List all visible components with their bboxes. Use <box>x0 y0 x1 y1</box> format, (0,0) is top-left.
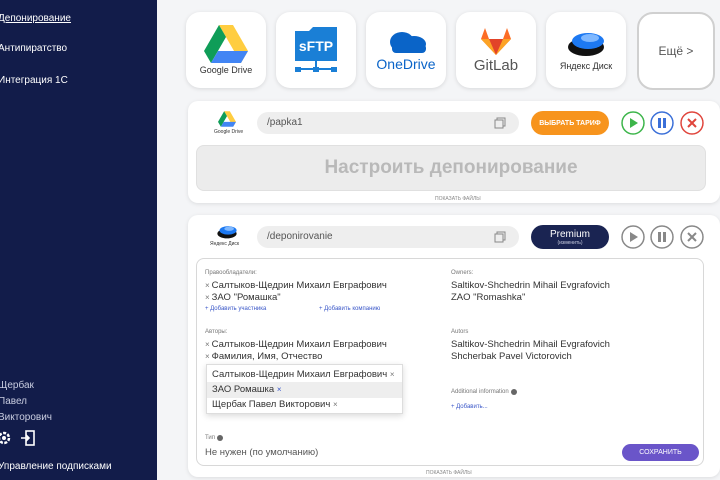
svg-text:sFTP: sFTP <box>299 38 333 54</box>
info-icon <box>217 435 224 441</box>
rights-holders-label: Правообладатели: <box>205 270 257 276</box>
dropdown-option[interactable]: Салтыков-Щедрин Михаил Евграфович × <box>212 369 397 380</box>
logout-icon[interactable] <box>20 430 36 446</box>
sftp-icon: sFTP <box>295 27 337 72</box>
gitlab-icon <box>481 27 511 55</box>
autor-item: Saltikov-Shchedrin Mihail Evgrafovich <box>451 339 610 350</box>
copy-icon[interactable] <box>494 231 506 243</box>
choose-tariff-button[interactable]: ВЫБРАТЬ ТАРИФ <box>531 111 609 135</box>
info-icon <box>510 389 517 395</box>
service-tile-gitlab[interactable]: GitLab <box>456 12 536 88</box>
remove-icon[interactable]: × <box>205 340 210 349</box>
path-input[interactable]: /deponirovanie <box>257 226 519 248</box>
add-company-link[interactable]: + Добавить компанию <box>319 306 380 312</box>
remove-icon[interactable]: × <box>205 293 210 302</box>
sidebar-item-integration[interactable]: Интеграция 1С <box>0 75 68 86</box>
authors-label: Авторы: <box>205 329 228 335</box>
copy-icon[interactable] <box>494 117 506 129</box>
owner-item: ZAO "Romashka" <box>451 292 526 303</box>
service-tile-onedrive[interactable]: OneDrive <box>366 12 446 88</box>
path-input[interactable]: /papka1 <box>257 112 519 134</box>
autors-label: Autors <box>451 329 469 335</box>
service-tile-google-drive[interactable]: Google Drive <box>186 12 266 88</box>
card-logo-label: Google Drive <box>214 129 244 135</box>
add-more-link[interactable]: + Добавить... <box>451 404 488 410</box>
play-button[interactable] <box>621 225 645 249</box>
author-item: × Фамилия, Имя, Отчество <box>205 351 323 362</box>
autor-item: Shcherbak Pavel Victorovich <box>451 351 572 362</box>
card-logo-label: Яндекс Диск <box>210 241 240 247</box>
stop-button[interactable] <box>680 111 704 135</box>
sidebar-item-antipiracy[interactable]: Антипиратство <box>0 43 67 54</box>
dropdown-option[interactable]: ЗАО Ромашка × <box>212 384 284 395</box>
service-tile-yandex-disk[interactable]: Яндекс Диск <box>546 12 626 88</box>
add-participant-link[interactable]: + Добавить участника <box>205 306 266 312</box>
pause-button[interactable] <box>650 111 674 135</box>
save-button[interactable]: СОХРАНИТЬ <box>622 444 699 461</box>
service-tile-sftp[interactable]: sFTP <box>276 12 356 88</box>
dropdown-option[interactable]: Щербак Павел Викторович × <box>212 399 340 410</box>
yandex-disk-icon <box>217 226 237 239</box>
sidebar: Депонирование Антипиратство Интеграция 1… <box>0 0 157 480</box>
more-services-button[interactable]: Ещё > <box>637 12 715 90</box>
onedrive-icon <box>390 32 426 53</box>
deposit-card-google-drive: Google Drive /papka1 ВЫБРАТЬ ТАРИФ Настр… <box>188 101 720 203</box>
gear-icon[interactable] <box>0 430 12 446</box>
user-name: Щербак Павел Викторович <box>0 380 53 423</box>
author-item: × Салтыков-Щедрин Михаил Евграфович <box>205 339 387 350</box>
google-drive-icon <box>204 25 248 63</box>
premium-button[interactable]: Premium (изменить) <box>531 225 609 249</box>
show-files-link[interactable]: ПОКАЗАТЬ ФАЙЛЫ <box>426 470 472 476</box>
remove-icon[interactable]: × <box>205 281 210 290</box>
author-suggestions-dropdown: Салтыков-Щедрин Михаил Евграфович × ЗАО … <box>206 364 403 414</box>
rights-holder-item: × Салтыков-Щедрин Михаил Евграфович <box>205 280 387 291</box>
pause-button[interactable] <box>650 225 674 249</box>
show-files-link[interactable]: ПОКАЗАТЬ ФАЙЛЫ <box>435 196 481 202</box>
type-select[interactable]: Не нужен (по умолчанию) <box>205 447 318 458</box>
setup-deposit-button[interactable]: Настроить депонирование <box>196 145 706 191</box>
play-button[interactable] <box>621 111 645 135</box>
sidebar-item-deposit[interactable]: Депонирование <box>0 13 71 24</box>
owners-label: Owners: <box>451 270 474 276</box>
google-drive-icon <box>218 111 236 127</box>
yandex-disk-icon <box>568 33 604 56</box>
rights-holder-item: × ЗАО "Ромашка" <box>205 292 281 303</box>
stop-button[interactable] <box>680 225 704 249</box>
additional-info-label: Additional information <box>451 389 517 395</box>
manage-subscriptions-link[interactable]: Управление подписками <box>0 461 112 472</box>
remove-icon[interactable]: × <box>205 352 210 361</box>
owner-item: Saltikov-Shchedrin Mihail Evgrafovich <box>451 280 610 291</box>
type-label: Тип <box>205 435 224 441</box>
